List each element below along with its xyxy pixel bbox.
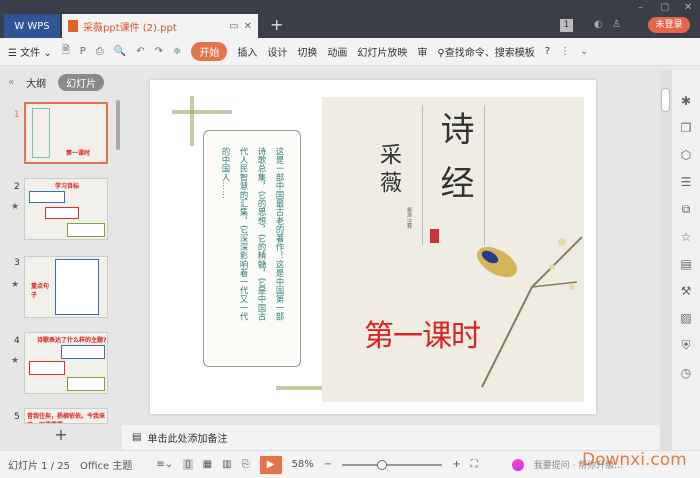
right-tool-sidebar: ✱ ❐ ⬡ ☰ ⧉ ☆ ▤ ⚒ ▨ ⛨ ◷ bbox=[672, 70, 700, 450]
slide-counter: 幻灯片 1 / 25 bbox=[8, 461, 70, 472]
window-count-badge[interactable]: 1 bbox=[560, 19, 573, 32]
animation-star-icon: ★ bbox=[11, 202, 20, 212]
notes-bar[interactable]: ▤ 单击此处添加备注 bbox=[122, 425, 660, 450]
normal-view-icon[interactable]: ▯ bbox=[183, 459, 193, 470]
design-icon[interactable]: ✱ bbox=[681, 94, 691, 108]
search-command[interactable]: ⚲查找命令、搜索模板 bbox=[437, 44, 534, 59]
undo-icon[interactable]: ↶ bbox=[136, 46, 144, 57]
format-painter-icon[interactable]: P bbox=[80, 46, 86, 57]
tab-insert[interactable]: 插入 bbox=[237, 44, 257, 59]
tab-slides[interactable]: 幻灯片 bbox=[58, 73, 105, 91]
slide-thumbnail-3[interactable]: 重点句子 bbox=[24, 256, 108, 318]
notes-icon: ▤ bbox=[132, 432, 142, 443]
new-tab-button[interactable]: + bbox=[270, 15, 283, 34]
login-button[interactable]: 未登录 bbox=[648, 17, 690, 33]
slide-sorter-icon[interactable]: ▦ bbox=[203, 459, 212, 470]
shield-icon[interactable]: ⛨ bbox=[681, 338, 690, 353]
file-menu[interactable]: ☰ 文件 ⌄ bbox=[8, 44, 52, 59]
reading-view-icon[interactable]: ▥ bbox=[222, 459, 231, 470]
tab-transition[interactable]: 切换 bbox=[297, 44, 317, 59]
minimize-icon[interactable]: – bbox=[638, 2, 643, 13]
ribbon-toolbar: ☰ 文件 ⌄ 🗎 P ⎙ 🔍 ↶ ↷ ≑ 开始 插入 设计 切换 动画 幻灯片放… bbox=[0, 38, 700, 66]
slide-thumbnail-4[interactable]: 诗歌表达了什么样的主题? bbox=[24, 332, 108, 394]
vertical-scrollbar[interactable] bbox=[660, 70, 672, 450]
zoom-in-button[interactable]: + bbox=[452, 459, 460, 470]
tab-outline[interactable]: 大纲 bbox=[26, 75, 46, 90]
tab-start[interactable]: 开始 bbox=[191, 42, 228, 61]
more-icon[interactable]: ≑ bbox=[173, 46, 181, 57]
shirt-icon[interactable]: ♙ bbox=[612, 19, 621, 30]
redo-icon[interactable]: ↷ bbox=[155, 46, 163, 57]
search-icon: ⚲ bbox=[437, 48, 445, 59]
maximize-icon[interactable]: ▢ bbox=[660, 2, 669, 13]
wps-home-tab[interactable]: W WPS bbox=[4, 14, 60, 38]
zoom-out-button[interactable]: − bbox=[324, 459, 332, 470]
save-icon[interactable]: 🗎 bbox=[62, 43, 70, 60]
fit-window-icon[interactable]: ⛶ bbox=[471, 459, 478, 470]
copy-icon[interactable]: ❐ bbox=[681, 121, 692, 135]
add-slide-button[interactable]: + bbox=[0, 425, 122, 444]
tab-design[interactable]: 设计 bbox=[267, 44, 287, 59]
theme-name: Office 主题 bbox=[80, 461, 133, 472]
backup-icon[interactable]: ⧉ bbox=[682, 202, 691, 217]
notes-toggle-icon[interactable]: ≡⌄ bbox=[156, 459, 173, 470]
collapse-ribbon-icon[interactable]: ⌄ bbox=[580, 46, 588, 57]
more-options-icon[interactable]: ⋮ bbox=[560, 46, 570, 57]
zoom-slider[interactable] bbox=[342, 459, 443, 470]
print-icon[interactable]: ⎙ bbox=[96, 46, 104, 57]
seal-stamp bbox=[430, 229, 439, 243]
star-icon[interactable]: ☆ bbox=[681, 230, 692, 244]
zoom-level[interactable]: 58% bbox=[292, 459, 314, 470]
slide-thumbnail-2[interactable]: 学习目标 bbox=[24, 178, 108, 240]
pin-icon[interactable]: ▭ bbox=[229, 21, 238, 32]
archive-icon[interactable]: ▤ bbox=[680, 257, 691, 271]
document-tab-label: 采薇ppt课件 (2).ppt bbox=[83, 22, 177, 34]
scroll-text-box[interactable]: 这是一部中国最古老的著作！这是中国第一部 诗歌总集，它的思想，它的精髓，它是中国… bbox=[203, 130, 301, 367]
slide-thumbnail-1[interactable]: 第一课时 bbox=[24, 102, 108, 164]
book-cover-image: 诗经 采薇 戴逸 注释 第一课时 bbox=[322, 97, 584, 402]
collapse-panel-icon[interactable]: « bbox=[8, 77, 14, 88]
image-icon[interactable]: ▨ bbox=[680, 311, 691, 325]
wps-logo-icon: W bbox=[14, 20, 25, 32]
presenter-icon[interactable]: ⎘ bbox=[242, 459, 250, 470]
settings-sliders-icon[interactable]: ☰ bbox=[681, 175, 692, 189]
tab-review[interactable]: 审 bbox=[417, 44, 427, 59]
close-window-icon[interactable]: ✕ bbox=[684, 2, 692, 13]
bamboo-decoration bbox=[172, 110, 232, 114]
history-icon[interactable]: ◷ bbox=[681, 366, 691, 380]
slide-thumbnail-5[interactable]: 昔我往矣，杨柳依依。今我来思，雨雪霏霏。 bbox=[24, 408, 108, 424]
play-slideshow-button[interactable]: ▶ bbox=[259, 455, 282, 474]
help-button[interactable]: ? bbox=[545, 46, 550, 57]
close-tab-icon[interactable]: ✕ bbox=[244, 21, 252, 32]
slide-panel: «大纲 幻灯片 1 第一课时 2 ★ 学习目标 3 ★ 重点句子 4 ★ 诗歌表达了什么… bbox=[0, 70, 122, 450]
shape-icon[interactable]: ⬡ bbox=[681, 148, 691, 162]
ppt-file-icon bbox=[68, 20, 78, 32]
panel-scrollbar[interactable] bbox=[116, 100, 120, 150]
assistant-icon[interactable] bbox=[511, 458, 524, 471]
toolbox-icon[interactable]: ⚒ bbox=[681, 284, 692, 298]
lesson-title: 第一课时 bbox=[364, 319, 481, 354]
skin-icon[interactable]: ◐ bbox=[594, 19, 603, 30]
preview-icon[interactable]: 🔍 bbox=[114, 46, 126, 57]
tab-slideshow[interactable]: 幻灯片放映 bbox=[357, 44, 407, 59]
tab-animation[interactable]: 动画 bbox=[327, 44, 347, 59]
document-tab[interactable]: 采薇ppt课件 (2).ppt ▭ ✕ bbox=[62, 14, 258, 38]
watermark: Downxi.com bbox=[582, 450, 687, 470]
